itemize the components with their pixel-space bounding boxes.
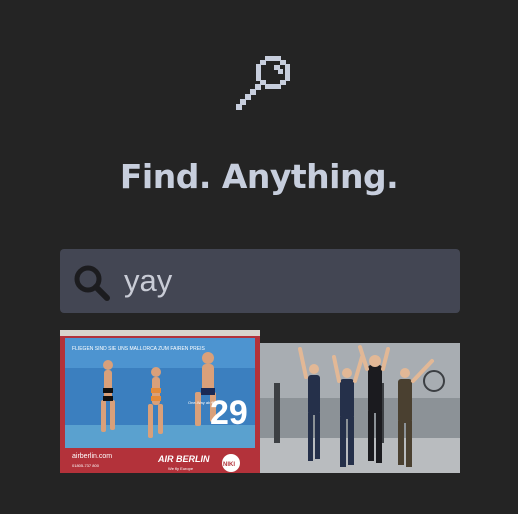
billboard-phone: 01805-737 800 xyxy=(72,463,100,468)
search-results: FLIEGEN SIND SIE UNS MALLORCA ZUM FAIREN… xyxy=(60,330,460,473)
result-thumbnail-1[interactable]: FLIEGEN SIND SIE UNS MALLORCA ZUM FAIREN… xyxy=(60,330,260,473)
billboard-number: 29 xyxy=(210,394,248,432)
headline: Find. Anything. xyxy=(119,157,399,196)
billboard-brand: AIR BERLIN xyxy=(157,454,210,464)
result-thumbnail-2[interactable] xyxy=(260,343,460,473)
search-input[interactable] xyxy=(124,249,444,313)
billboard-site: airberlin.com xyxy=(72,453,112,460)
celebration-scene-image xyxy=(260,343,460,473)
billboard-badge: NIKI xyxy=(223,462,235,468)
search-icon[interactable] xyxy=(72,263,112,303)
airberlin-billboard-image: FLIEGEN SIND SIE UNS MALLORCA ZUM FAIREN… xyxy=(60,330,260,473)
billboard-top-text: FLIEGEN SIND SIE UNS MALLORCA ZUM FAIREN… xyxy=(72,346,205,352)
magnifier-key-logo-icon xyxy=(236,56,290,110)
search-box[interactable] xyxy=(60,249,460,313)
billboard-slogan: We fly Europe xyxy=(168,466,194,471)
